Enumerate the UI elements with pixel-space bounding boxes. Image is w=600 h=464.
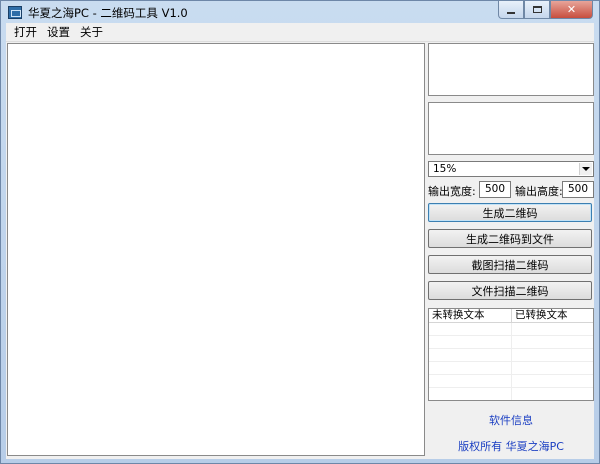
list-header: 未转换文本 已转换文本 [429, 309, 593, 323]
list-gridline [429, 374, 593, 375]
close-icon: ✕ [566, 3, 577, 16]
generate-qr-button[interactable]: 生成二维码 [428, 203, 592, 222]
zoom-select-value: 15% [433, 163, 457, 175]
window-controls: ✕ [498, 1, 593, 19]
output-width-input[interactable]: 500 [479, 181, 511, 198]
output-width-label: 输出宽度: [428, 185, 476, 198]
software-info-link[interactable]: 软件信息 [428, 412, 594, 428]
screenshot-scan-button[interactable]: 截图扫描二维码 [428, 255, 592, 274]
output-height-label: 输出高度: [515, 185, 563, 198]
title-bar[interactable]: 华夏之海PC - 二维码工具 V1.0 ✕ [1, 1, 599, 23]
app-window: 华夏之海PC - 二维码工具 V1.0 ✕ 打开 设置 关于 15% 输出宽度:… [0, 0, 600, 464]
generate-qr-to-file-button[interactable]: 生成二维码到文件 [428, 229, 592, 248]
list-gridline [429, 348, 593, 349]
copyright-link[interactable]: 版权所有 华夏之海PC [428, 438, 594, 454]
list-gridline [429, 335, 593, 336]
maximize-button[interactable] [524, 1, 550, 19]
minimize-button[interactable] [498, 1, 524, 19]
zoom-select[interactable]: 15% [428, 161, 594, 177]
column-header-unconverted[interactable]: 未转换文本 [429, 309, 512, 323]
qr-preview-top [428, 43, 594, 96]
close-button[interactable]: ✕ [550, 1, 593, 19]
conversion-list[interactable]: 未转换文本 已转换文本 [428, 308, 594, 401]
image-canvas[interactable] [7, 43, 425, 456]
output-height-input[interactable]: 500 [562, 181, 594, 198]
client-area: 打开 设置 关于 15% 输出宽度: 500 输出高度: 500 生成二维码 生… [6, 23, 594, 459]
output-size-row: 输出宽度: 500 输出高度: 500 [428, 181, 594, 199]
chevron-down-icon[interactable] [579, 163, 592, 175]
list-gridline [429, 361, 593, 362]
app-icon[interactable] [8, 6, 22, 19]
menu-about[interactable]: 关于 [75, 23, 108, 42]
column-header-converted[interactable]: 已转换文本 [512, 309, 593, 323]
menu-open[interactable]: 打开 [9, 23, 42, 42]
file-scan-button[interactable]: 文件扫描二维码 [428, 281, 592, 300]
maximize-icon [532, 6, 542, 13]
list-body [429, 323, 593, 400]
menu-bar: 打开 设置 关于 [6, 23, 594, 42]
menu-settings[interactable]: 设置 [42, 23, 75, 42]
list-gridline [429, 387, 593, 388]
minimize-icon [507, 11, 515, 14]
qr-preview-bottom [428, 102, 594, 155]
window-title: 华夏之海PC - 二维码工具 V1.0 [28, 6, 188, 20]
